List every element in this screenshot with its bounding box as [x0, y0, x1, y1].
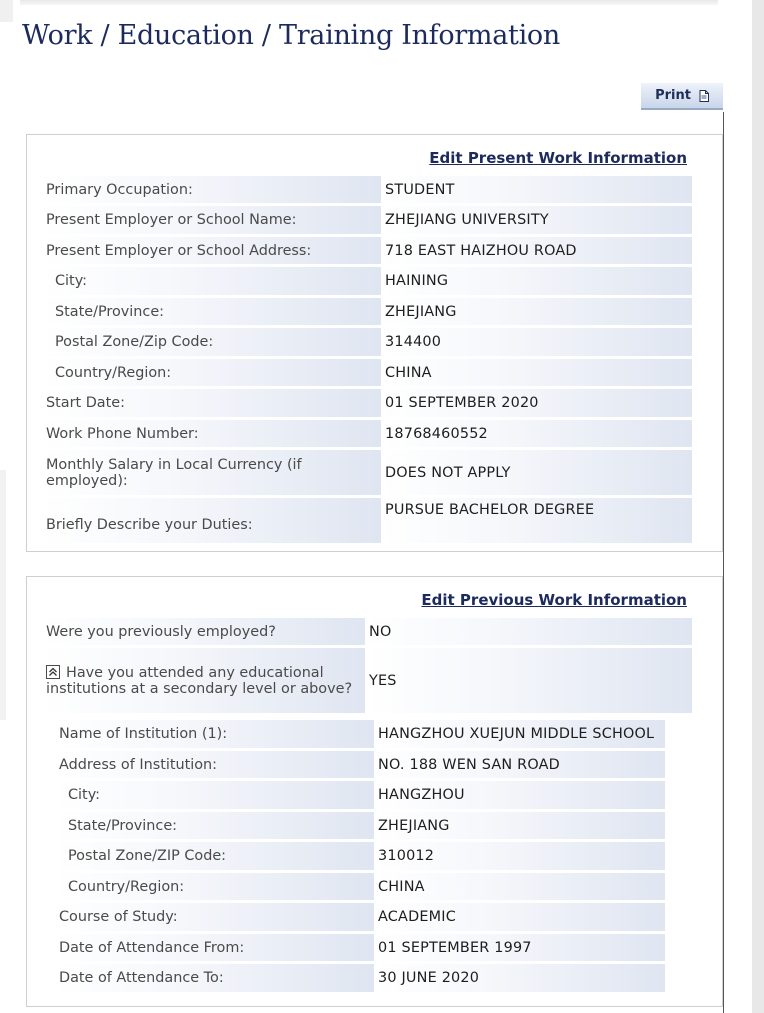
field-value: DOES NOT APPLY [381, 450, 692, 498]
field-label: Have you attended any educational instit… [46, 664, 353, 697]
table-row: Address of Institution: NO. 188 WEN SAN … [55, 751, 665, 781]
table-row: Country/Region: CHINA [42, 359, 692, 389]
field-label: Work Phone Number: [42, 420, 381, 450]
field-label: City: [42, 267, 381, 298]
field-value: CHINA [374, 873, 665, 903]
print-button[interactable]: Print [641, 83, 723, 110]
field-label: Course of Study: [55, 903, 374, 934]
table-row: Date of Attendance To: 30 JUNE 2020 [55, 964, 665, 995]
field-value: HAINING [381, 267, 692, 298]
left-edge-bar [0, 0, 13, 22]
field-label: Monthly Salary in Local Currency (if emp… [42, 450, 381, 498]
table-row: Primary Occupation: STUDENT [42, 176, 692, 206]
education-question: Have you attended any educational instit… [42, 648, 365, 716]
table-row: Start Date: 01 SEPTEMBER 2020 [42, 389, 692, 420]
table-row: Postal Zone/Zip Code: 314400 [42, 328, 692, 359]
field-label: Date of Attendance To: [55, 964, 374, 995]
table-row: Work Phone Number: 18768460552 [42, 420, 692, 450]
field-value: 310012 [374, 842, 665, 873]
field-label: Start Date: [42, 389, 381, 420]
field-label: City: [55, 781, 374, 812]
previous-work-table: Were you previously employed? NO Have yo… [42, 618, 692, 716]
field-value: CHINA [381, 359, 692, 389]
table-row: Name of Institution (1): HANGZHOU XUEJUN… [55, 720, 665, 751]
field-label: State/Province: [42, 298, 381, 328]
table-row: Monthly Salary in Local Currency (if emp… [42, 450, 692, 498]
scrollbar[interactable] [752, 0, 764, 1013]
field-value: 30 JUNE 2020 [374, 964, 665, 995]
table-row: Course of Study: ACADEMIC [55, 903, 665, 934]
field-value: 01 SEPTEMBER 1997 [374, 934, 665, 964]
field-label: Country/Region: [55, 873, 374, 903]
edit-present-work-link[interactable]: Edit Present Work Information [429, 149, 687, 167]
table-row: State/Province: ZHEJIANG [55, 812, 665, 842]
table-row: City: HANGZHOU [55, 781, 665, 812]
edit-previous-work-link[interactable]: Edit Previous Work Information [421, 591, 687, 609]
field-value: STUDENT [381, 176, 692, 206]
field-value: PURSUE BACHELOR DEGREE [381, 498, 692, 546]
institution-table: Name of Institution (1): HANGZHOU XUEJUN… [55, 720, 665, 995]
present-work-table: Primary Occupation: STUDENT Present Empl… [42, 176, 692, 546]
field-label: Postal Zone/ZIP Code: [55, 842, 374, 873]
field-label: Were you previously employed? [42, 618, 365, 648]
table-row: Postal Zone/ZIP Code: 310012 [55, 842, 665, 873]
field-value: ZHEJIANG [381, 298, 692, 328]
table-row: Briefly Describe your Duties: PURSUE BAC… [42, 498, 692, 546]
field-value: ZHEJIANG UNIVERSITY [381, 206, 692, 237]
field-label: Present Employer or School Address: [42, 237, 381, 267]
field-label: Address of Institution: [55, 751, 374, 781]
page-title: Work / Education / Training Information [22, 20, 560, 51]
field-value: 718 EAST HAIZHOU ROAD [381, 237, 692, 267]
field-label: Present Employer or School Name: [42, 206, 381, 237]
print-label: Print [655, 88, 691, 103]
field-value: ZHEJIANG [374, 812, 665, 842]
field-value: 314400 [381, 328, 692, 359]
field-value: 01 SEPTEMBER 2020 [381, 389, 692, 420]
field-label: Postal Zone/Zip Code: [42, 328, 381, 359]
field-label: Date of Attendance From: [55, 934, 374, 964]
field-label: State/Province: [55, 812, 374, 842]
table-row: City: HAINING [42, 267, 692, 298]
table-row: Present Employer or School Address: 718 … [42, 237, 692, 267]
present-work-panel: Edit Present Work Information Primary Oc… [26, 134, 723, 552]
field-value: NO. 188 WEN SAN ROAD [374, 751, 665, 781]
top-edge-bar [20, 0, 718, 5]
table-row: Have you attended any educational instit… [42, 648, 692, 716]
field-label: Primary Occupation: [42, 176, 381, 206]
field-value: ACADEMIC [374, 903, 665, 934]
field-label: Name of Institution (1): [55, 720, 374, 751]
table-row: State/Province: ZHEJIANG [42, 298, 692, 328]
table-row: Country/Region: CHINA [55, 873, 665, 903]
document-icon [699, 89, 709, 102]
table-row: Were you previously employed? NO [42, 618, 692, 648]
field-value: 18768460552 [381, 420, 692, 450]
field-value: NO [365, 618, 692, 648]
previous-work-panel: Edit Previous Work Information Were you … [26, 576, 723, 1007]
content-border [723, 112, 724, 1013]
table-row: Present Employer or School Name: ZHEJIAN… [42, 206, 692, 237]
field-value: HANGZHOU XUEJUN MIDDLE SCHOOL [374, 720, 665, 751]
table-row: Date of Attendance From: 01 SEPTEMBER 19… [55, 934, 665, 964]
field-label: Country/Region: [42, 359, 381, 389]
field-label: Briefly Describe your Duties: [42, 498, 381, 546]
left-edge-bar [0, 470, 6, 720]
field-value: YES [365, 648, 692, 716]
field-value: HANGZHOU [374, 781, 665, 812]
collapse-icon[interactable] [46, 664, 60, 679]
